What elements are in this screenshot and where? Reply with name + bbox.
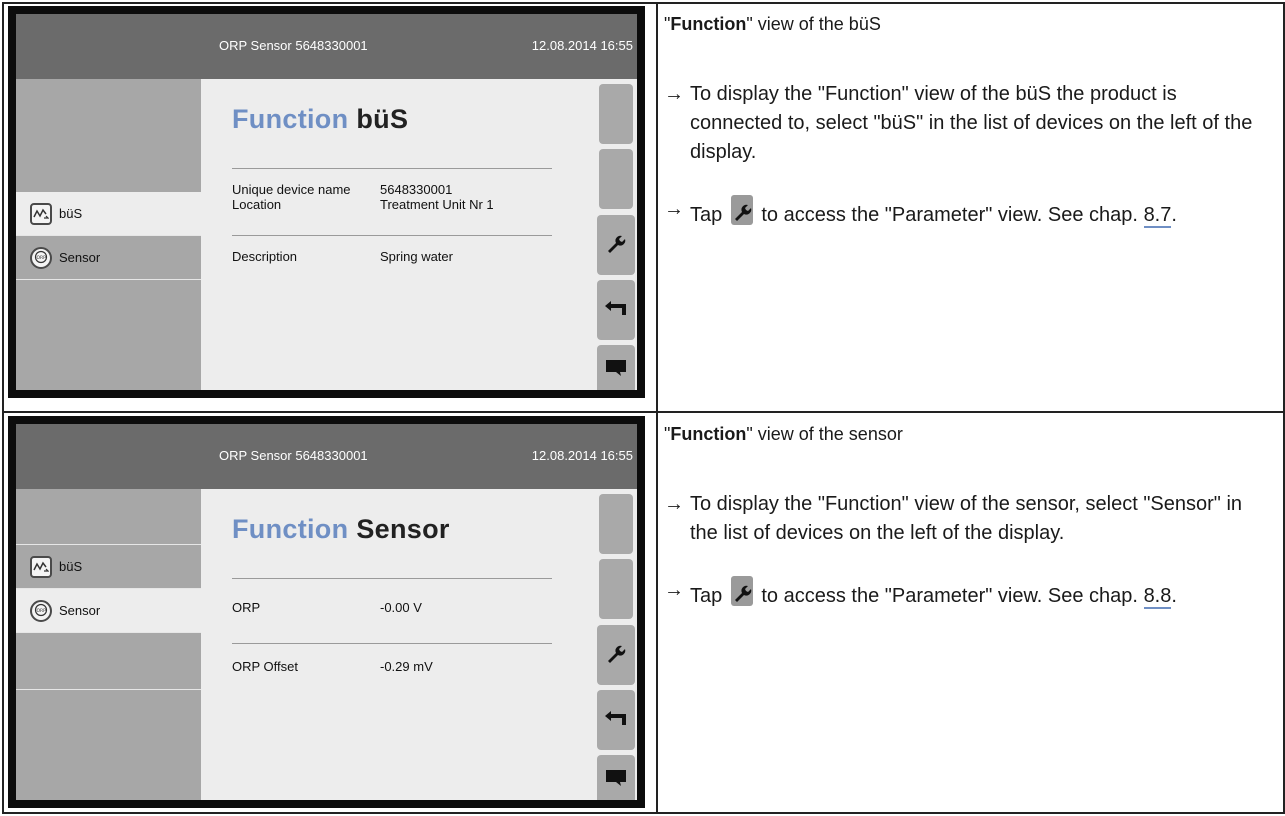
message-icon [605, 769, 627, 792]
sidebar-item-label: büS [59, 559, 83, 574]
status-bar: ORP Sensor 5648330001 12.08.2014 16:55 [16, 14, 637, 79]
instruction-step: → Tap to access the "Parameter" view. Se… [664, 576, 1274, 611]
description-bus: "Function" view of the büS → To display … [664, 14, 1274, 230]
orp-sensor-icon: ORP [30, 599, 52, 622]
svg-text:ORP: ORP [37, 255, 47, 261]
page-title: Function büS [232, 104, 409, 134]
sidebar-empty-slot [16, 690, 201, 800]
sidebar-item-label: Sensor [59, 603, 101, 618]
scroll-up-button[interactable] [599, 494, 633, 554]
device-list: büS ORP Sensor [16, 489, 201, 800]
wrench-icon [730, 195, 753, 225]
sidebar-empty-slot [16, 79, 201, 192]
chapter-link[interactable]: 8.8 [1143, 585, 1172, 609]
section-title: "Function" view of the sensor [664, 424, 903, 444]
scroll-down-button[interactable] [599, 149, 633, 209]
sidebar-empty-slot [16, 633, 201, 689]
device-title: ORP Sensor 5648330001 [219, 38, 368, 53]
device-display-sensor: ORP Sensor 5648330001 12.08.2014 16:55 b… [8, 416, 645, 808]
description-sensor: "Function" view of the sensor → To displ… [664, 424, 1274, 611]
device-screen: ORP Sensor 5648330001 12.08.2014 16:55 b… [16, 424, 637, 800]
function-view: Function Sensor ORP -0.00 V ORP Offset -0.2… [201, 489, 637, 800]
arrow-icon: → [664, 198, 684, 220]
row-unique-device-name: Unique device name 5648330001 [232, 182, 453, 197]
sidebar-item-sensor[interactable]: ORP Sensor [16, 236, 201, 279]
page-title: Function Sensor [232, 514, 450, 544]
instruction-step: → Tap to access the "Parameter" view. Se… [664, 195, 1274, 230]
device-title: ORP Sensor 5648330001 [219, 448, 368, 463]
wrench-icon [605, 232, 627, 259]
device-list: büS ORP Sensor [16, 79, 201, 390]
scroll-up-button[interactable] [599, 84, 633, 144]
row-orp: ORP -0.00 V [232, 600, 422, 615]
svg-text:ORP: ORP [37, 608, 47, 614]
arrow-icon: → [664, 83, 684, 105]
sidebar-item-bus[interactable]: büS [16, 545, 201, 588]
arrow-icon: → [664, 493, 684, 515]
arrow-icon: → [664, 579, 684, 601]
row-location: Location Treatment Unit Nr 1 [232, 197, 494, 212]
wrench-button[interactable] [597, 625, 635, 685]
back-button[interactable] [597, 690, 635, 750]
status-bar: ORP Sensor 5648330001 12.08.2014 16:55 [16, 424, 637, 489]
divider [232, 578, 552, 579]
message-button[interactable] [597, 345, 635, 390]
sidebar-item-sensor[interactable]: ORP Sensor [16, 589, 201, 632]
message-button[interactable] [597, 755, 635, 800]
orp-sensor-icon: ORP [30, 246, 52, 269]
back-button[interactable] [597, 280, 635, 340]
row-description: Description Spring water [232, 249, 453, 264]
back-icon [604, 300, 628, 321]
instruction-step: → To display the "Function" view of the … [664, 80, 1274, 167]
row-divider [4, 411, 1283, 413]
instruction-step: → To display the "Function" view of the … [664, 490, 1274, 548]
date-time: 12.08.2014 16:55 [531, 38, 633, 53]
sidebar-item-label: büS [59, 206, 83, 221]
divider [232, 235, 552, 236]
sidebar-item-bus[interactable]: büS [16, 192, 201, 235]
device-display-bus: ORP Sensor 5648330001 12.08.2014 16:55 b… [8, 6, 645, 398]
row-orp-offset: ORP Offset -0.29 mV [232, 659, 433, 674]
wrench-icon [605, 642, 627, 669]
column-divider [656, 4, 658, 812]
bus-icon [30, 555, 52, 578]
sidebar-empty-slot [16, 280, 201, 390]
bus-icon [30, 202, 52, 225]
chapter-link[interactable]: 8.7 [1143, 204, 1172, 228]
sidebar-item-label: Sensor [59, 250, 101, 265]
wrench-button[interactable] [597, 215, 635, 275]
function-view: Function büS Unique device name 5648330001… [201, 79, 637, 390]
device-screen: ORP Sensor 5648330001 12.08.2014 16:55 b… [16, 14, 637, 390]
scroll-down-button[interactable] [599, 559, 633, 619]
back-icon [604, 710, 628, 731]
sidebar-empty-slot [16, 489, 201, 544]
section-title: "Function" view of the büS [664, 14, 881, 34]
divider [232, 643, 552, 644]
message-icon [605, 359, 627, 382]
date-time: 12.08.2014 16:55 [531, 448, 633, 463]
wrench-icon [730, 576, 753, 606]
divider [232, 168, 552, 169]
